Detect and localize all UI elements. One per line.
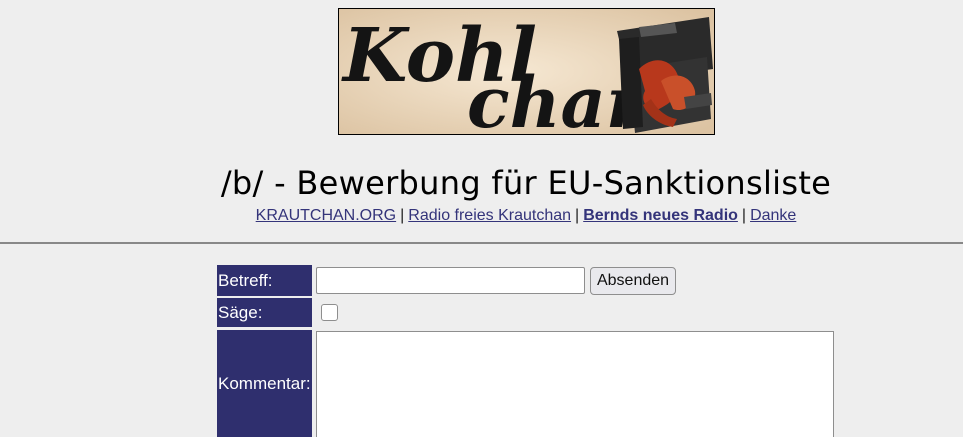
subject-label: Betreff: <box>217 265 312 296</box>
link-danke[interactable]: Danke <box>750 207 796 224</box>
board-title: /b/ - Bewerbung für EU-Sanktionsliste <box>0 160 963 206</box>
sage-checkbox[interactable] <box>321 304 338 321</box>
submit-button[interactable]: Absenden <box>590 267 676 295</box>
sage-label: Säge: <box>217 298 312 327</box>
banner-image: Kohl chan <box>339 9 714 134</box>
board-title-text: /b/ - Bewerbung für EU-Sanktionsliste <box>220 164 832 202</box>
subject-input[interactable] <box>316 267 585 294</box>
kohlchan-banner[interactable]: Kohl chan <box>338 8 715 135</box>
header-divider <box>0 242 963 244</box>
link-bernds-neues-radio[interactable]: Bernds neues Radio <box>583 207 738 224</box>
emblem-icon <box>617 17 713 133</box>
link-krautchan-org[interactable]: KRAUTCHAN.ORG <box>256 207 396 224</box>
link-separator: | <box>575 207 580 224</box>
comment-textarea[interactable] <box>316 331 834 437</box>
page: Kohl chan /b/ - Bewerbung für EU-Sanktio… <box>0 0 963 437</box>
comment-label: Kommentar: <box>217 330 312 437</box>
link-separator: | <box>741 207 747 224</box>
nav-links: KRAUTCHAN.ORG | Radio freies Krautchan | Ber… <box>0 205 963 227</box>
link-separator: | <box>400 207 405 224</box>
link-radio-freies-krautchan[interactable]: Radio freies Krautchan <box>408 207 571 224</box>
